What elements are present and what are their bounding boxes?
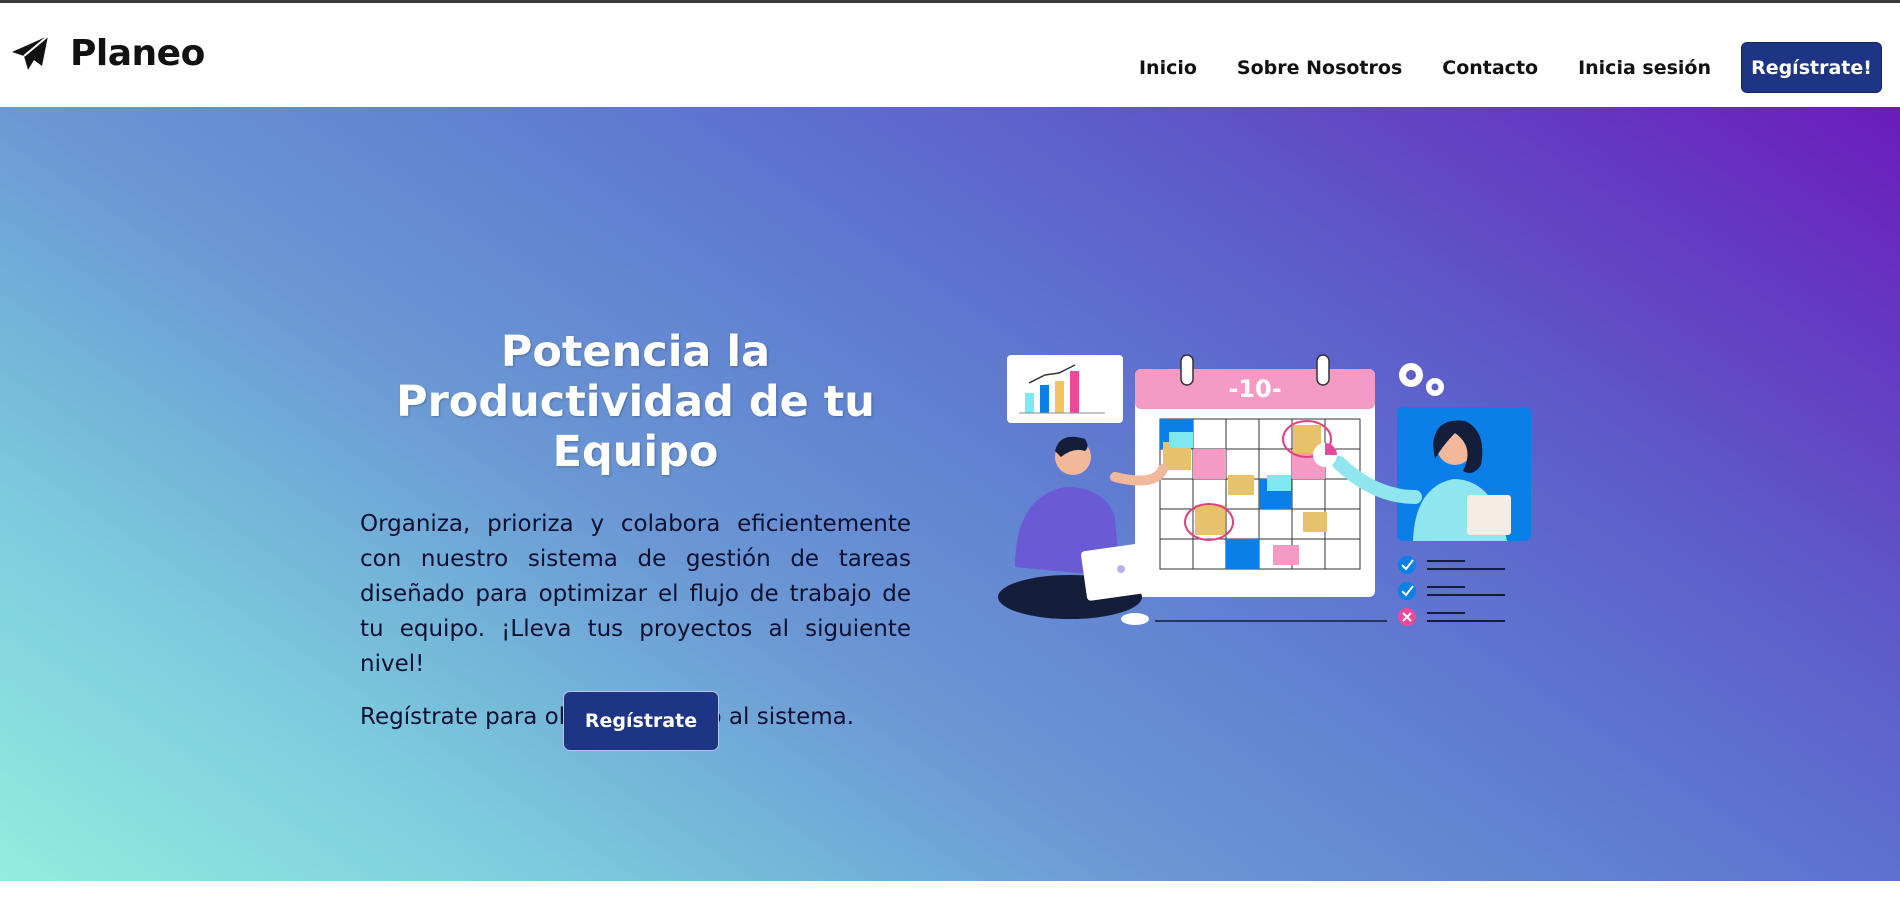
main-nav: Inicio Sobre Nosotros Contacto Inicia se…: [1099, 42, 1882, 93]
nav-sobre-nosotros-link[interactable]: Sobre Nosotros: [1237, 57, 1402, 79]
bar-chart-icon: [1007, 355, 1123, 423]
brand[interactable]: Planeo: [10, 33, 205, 74]
paper-plane-icon: [12, 34, 49, 70]
nav-inicio-link[interactable]: Inicio: [1139, 57, 1197, 79]
hero-illustration: -10-: [998, 354, 1531, 626]
nav-register-button[interactable]: Regístrate!: [1741, 42, 1882, 93]
calendar-label: -10-: [1228, 375, 1281, 403]
hero-title: Potencia la Productividad de tu Equipo: [396, 327, 875, 477]
nav-login-link[interactable]: Inicia sesión: [1578, 57, 1711, 79]
hero-text-block: Potencia la Productividad de tu Equipo O…: [360, 327, 911, 735]
hero-section: Potencia la Productividad de tu Equipo O…: [0, 107, 1900, 881]
gear-icon: [1399, 363, 1444, 396]
calendar-icon: -10-: [1135, 354, 1375, 597]
site-header: Planeo Inicio Sobre Nosotros Contacto In…: [0, 3, 1900, 107]
hero-description: Organiza, prioriza y colabora eficientem…: [360, 511, 911, 677]
nav-contacto-link[interactable]: Contacto: [1442, 57, 1538, 79]
brand-name: Planeo: [70, 33, 205, 74]
page-bottom: [0, 881, 1900, 913]
hero-register-button[interactable]: Regístrate: [563, 691, 719, 751]
